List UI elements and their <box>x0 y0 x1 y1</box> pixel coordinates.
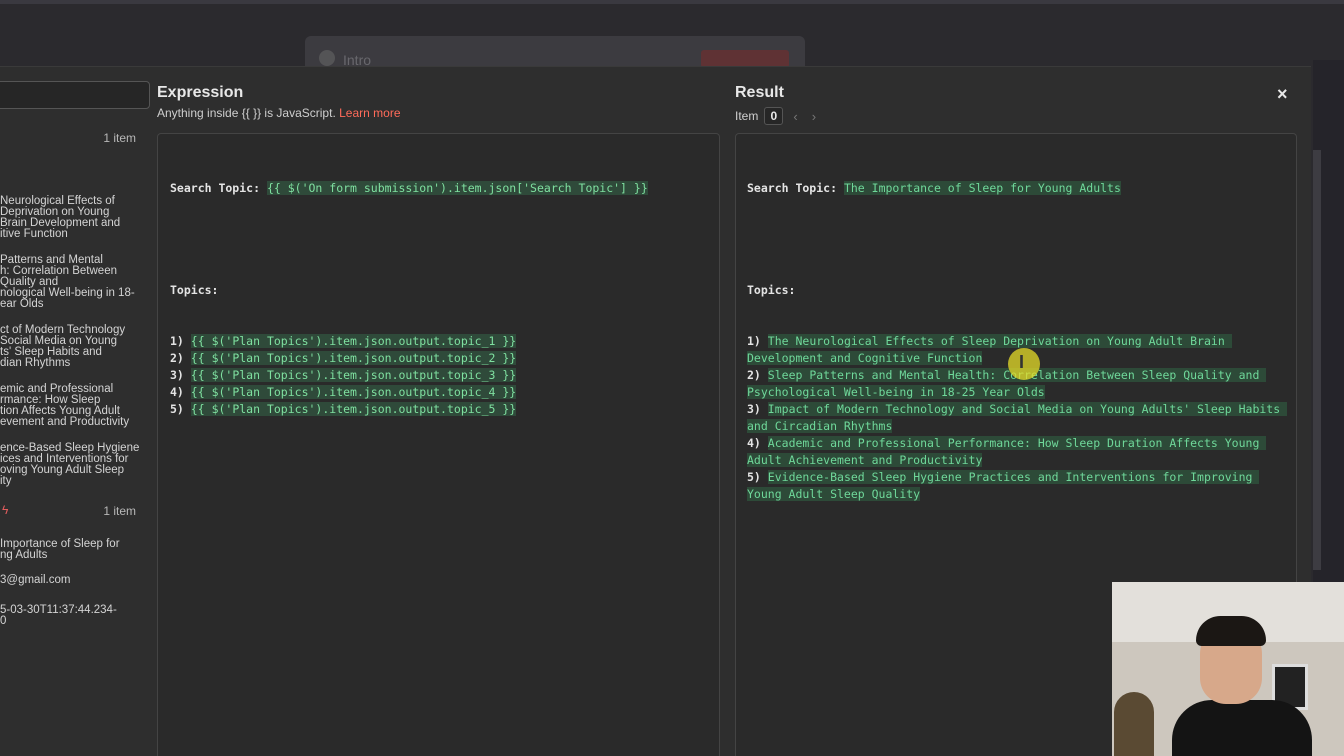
expression-title: Expression <box>157 84 244 101</box>
expression-topic-row: 1) {{ $('Plan Topics').item.json.output.… <box>170 333 707 350</box>
topic-number: 5) <box>170 402 184 416</box>
topic-value: Academic and Professional Performance: H… <box>747 436 1267 467</box>
topics-label: Topics: <box>170 283 219 297</box>
chevron-left-icon[interactable]: ‹ <box>789 109 801 124</box>
expression-code: Search Topic: {{ $('On form submission')… <box>170 146 707 452</box>
topic-number: 2) <box>747 368 761 382</box>
input-topic-line: oving Young Adult Sleep <box>0 464 125 476</box>
chevron-right-icon[interactable]: › <box>808 109 820 124</box>
input-topic-line: itive Function <box>0 228 68 240</box>
input-panel: 1 item Neurological Effects of Deprivatio… <box>0 67 150 756</box>
background-scrollbar <box>1313 150 1321 570</box>
text-cursor-icon: I <box>1019 352 1025 372</box>
topic-value: Sleep Patterns and Mental Health: Correl… <box>747 368 1267 399</box>
item-label: Item <box>735 109 759 123</box>
input-topic-line: ity <box>0 475 12 487</box>
result-item-selector: Item 0 ‹ › <box>735 107 820 125</box>
expression-topic-row: 5) {{ $('Plan Topics').item.json.output.… <box>170 401 707 418</box>
topic-number: 4) <box>747 436 761 450</box>
result-topics-label: Topics: <box>747 283 796 297</box>
topic-expression: {{ $('Plan Topics').item.json.output.top… <box>190 368 517 382</box>
topic-number: 2) <box>170 351 184 365</box>
presenter-hair <box>1196 616 1266 646</box>
result-topic-row: 5) Evidence-Based Sleep Hygiene Practice… <box>747 469 1285 503</box>
expression-hint: Anything inside {{ }} is JavaScript. Lea… <box>157 106 401 120</box>
input-topic-line: ear Olds <box>0 298 44 310</box>
input-email: 3@gmail.com <box>0 574 71 586</box>
topic-value: Impact of Modern Technology and Social M… <box>747 402 1288 433</box>
result-topic-row: 3) Impact of Modern Technology and Socia… <box>747 401 1288 435</box>
close-icon[interactable]: × <box>1277 84 1288 105</box>
result-code: Search Topic: The Importance of Sleep fo… <box>747 146 1288 537</box>
input-topic-line: dian Rhythms <box>0 357 71 369</box>
learn-more-link[interactable]: Learn more <box>339 106 400 120</box>
topic-number: 3) <box>747 402 761 416</box>
expression-editor[interactable]: Search Topic: {{ $('On form submission')… <box>157 133 720 756</box>
input-item-count-2: 1 item <box>103 504 136 518</box>
input-topic-line: evement and Productivity <box>0 416 130 428</box>
topic-expression: {{ $('Plan Topics').item.json.output.top… <box>190 385 517 399</box>
topic-expression: {{ $('Plan Topics').item.json.output.top… <box>190 402 517 416</box>
topic-number: 3) <box>170 368 184 382</box>
result-search-value: The Importance of Sleep for Young Adults <box>843 181 1121 195</box>
topic-number: 5) <box>747 470 761 484</box>
search-topic-label: Search Topic: <box>170 181 261 195</box>
expression-topic-list: 1) {{ $('Plan Topics').item.json.output.… <box>170 333 707 418</box>
trigger-bolt-icon: ϟ <box>2 503 9 517</box>
topic-number: 1) <box>747 334 761 348</box>
input-item-count: 1 item <box>103 131 136 145</box>
input-timestamp: 5-03-30T11:37:44.234- <box>0 604 117 616</box>
topic-number: 4) <box>170 385 184 399</box>
top-bar <box>0 0 1344 4</box>
result-search-label: Search Topic: <box>747 181 838 195</box>
topic-expression: {{ $('Plan Topics').item.json.output.top… <box>190 334 517 348</box>
expression-topic-row: 3) {{ $('Plan Topics').item.json.output.… <box>170 367 707 384</box>
result-title: Result <box>735 84 784 101</box>
expression-topic-row: 4) {{ $('Plan Topics').item.json.output.… <box>170 384 707 401</box>
result-topic-row: 4) Academic and Professional Performance… <box>747 435 1285 469</box>
input-search-field[interactable] <box>0 81 150 109</box>
expression-topic-row: 2) {{ $('Plan Topics').item.json.output.… <box>170 350 707 367</box>
hint-text: Anything inside {{ }} is JavaScript. <box>157 106 336 120</box>
topic-number: 1) <box>170 334 184 348</box>
topic-value: The Neurological Effects of Sleep Depriv… <box>747 334 1232 365</box>
item-index-input[interactable]: 0 <box>764 107 784 125</box>
node-gear-icon <box>319 50 335 66</box>
topic-expression: {{ $('Plan Topics').item.json.output.top… <box>190 351 517 365</box>
input-topic-line: ng Adults <box>0 549 48 561</box>
plant <box>1114 692 1154 756</box>
topic-value: Evidence-Based Sleep Hygiene Practices a… <box>747 470 1260 501</box>
input-timestamp: 0 <box>0 615 7 627</box>
search-topic-expression: {{ $('On form submission').item.json['Se… <box>266 181 648 195</box>
webcam-overlay <box>1112 582 1344 756</box>
presenter-body <box>1172 700 1312 756</box>
